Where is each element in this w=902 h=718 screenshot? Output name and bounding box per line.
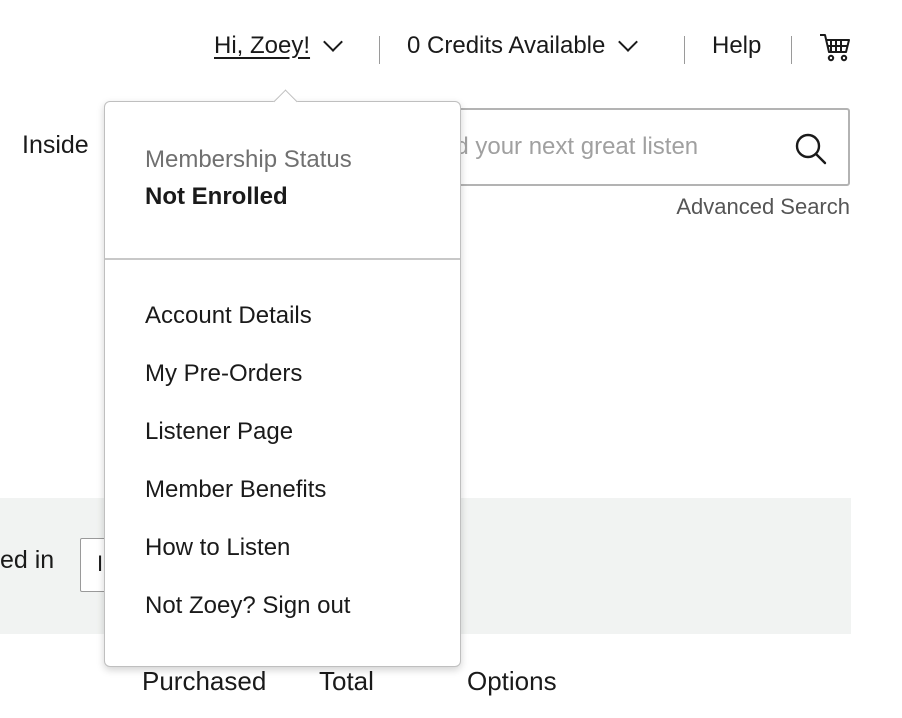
account-menu-toggle[interactable]: Hi, Zoey! xyxy=(214,32,343,60)
search-box xyxy=(400,108,850,186)
top-navigation: Hi, Zoey! 0 Credits Available Help xyxy=(0,28,902,68)
menu-item-how-to-listen[interactable]: How to Listen xyxy=(145,534,290,562)
greeting-label[interactable]: Hi, Zoey! xyxy=(214,32,310,60)
help-link[interactable]: Help xyxy=(712,32,761,60)
credits-label[interactable]: 0 Credits Available xyxy=(407,32,605,60)
credits-menu-toggle[interactable]: 0 Credits Available xyxy=(407,32,639,60)
menu-item-member-benefits[interactable]: Member Benefits xyxy=(145,476,326,504)
chevron-down-icon[interactable] xyxy=(618,32,639,52)
advanced-search-link[interactable]: Advanced Search xyxy=(676,194,850,220)
column-header-options: Options xyxy=(467,666,557,696)
menu-item-account-details[interactable]: Account Details xyxy=(145,302,312,330)
column-header-purchased[interactable]: Purchased xyxy=(142,666,266,697)
filter-label: ed in xyxy=(0,546,55,574)
membership-status-value: Not Enrolled xyxy=(145,183,288,210)
menu-item-listener-page[interactable]: Listener Page xyxy=(145,418,293,446)
menu-item-sign-out[interactable]: Not Zoey? Sign out xyxy=(145,592,350,620)
dropdown-divider xyxy=(105,258,460,260)
cart-icon[interactable] xyxy=(818,30,852,64)
dropdown-caret xyxy=(273,89,298,114)
account-dropdown: Membership Status Not Enrolled Account D… xyxy=(104,89,461,667)
menu-item-pre-orders[interactable]: My Pre-Orders xyxy=(145,360,302,388)
category-label: Inside xyxy=(22,131,89,159)
membership-status-label: Membership Status xyxy=(145,146,352,173)
chevron-down-icon[interactable] xyxy=(323,32,343,52)
search-input[interactable] xyxy=(412,124,792,170)
column-header-total[interactable]: Total xyxy=(319,666,374,697)
nav-separator xyxy=(684,36,685,64)
search-icon[interactable] xyxy=(794,132,828,166)
nav-separator xyxy=(791,36,792,64)
nav-separator xyxy=(379,36,380,64)
